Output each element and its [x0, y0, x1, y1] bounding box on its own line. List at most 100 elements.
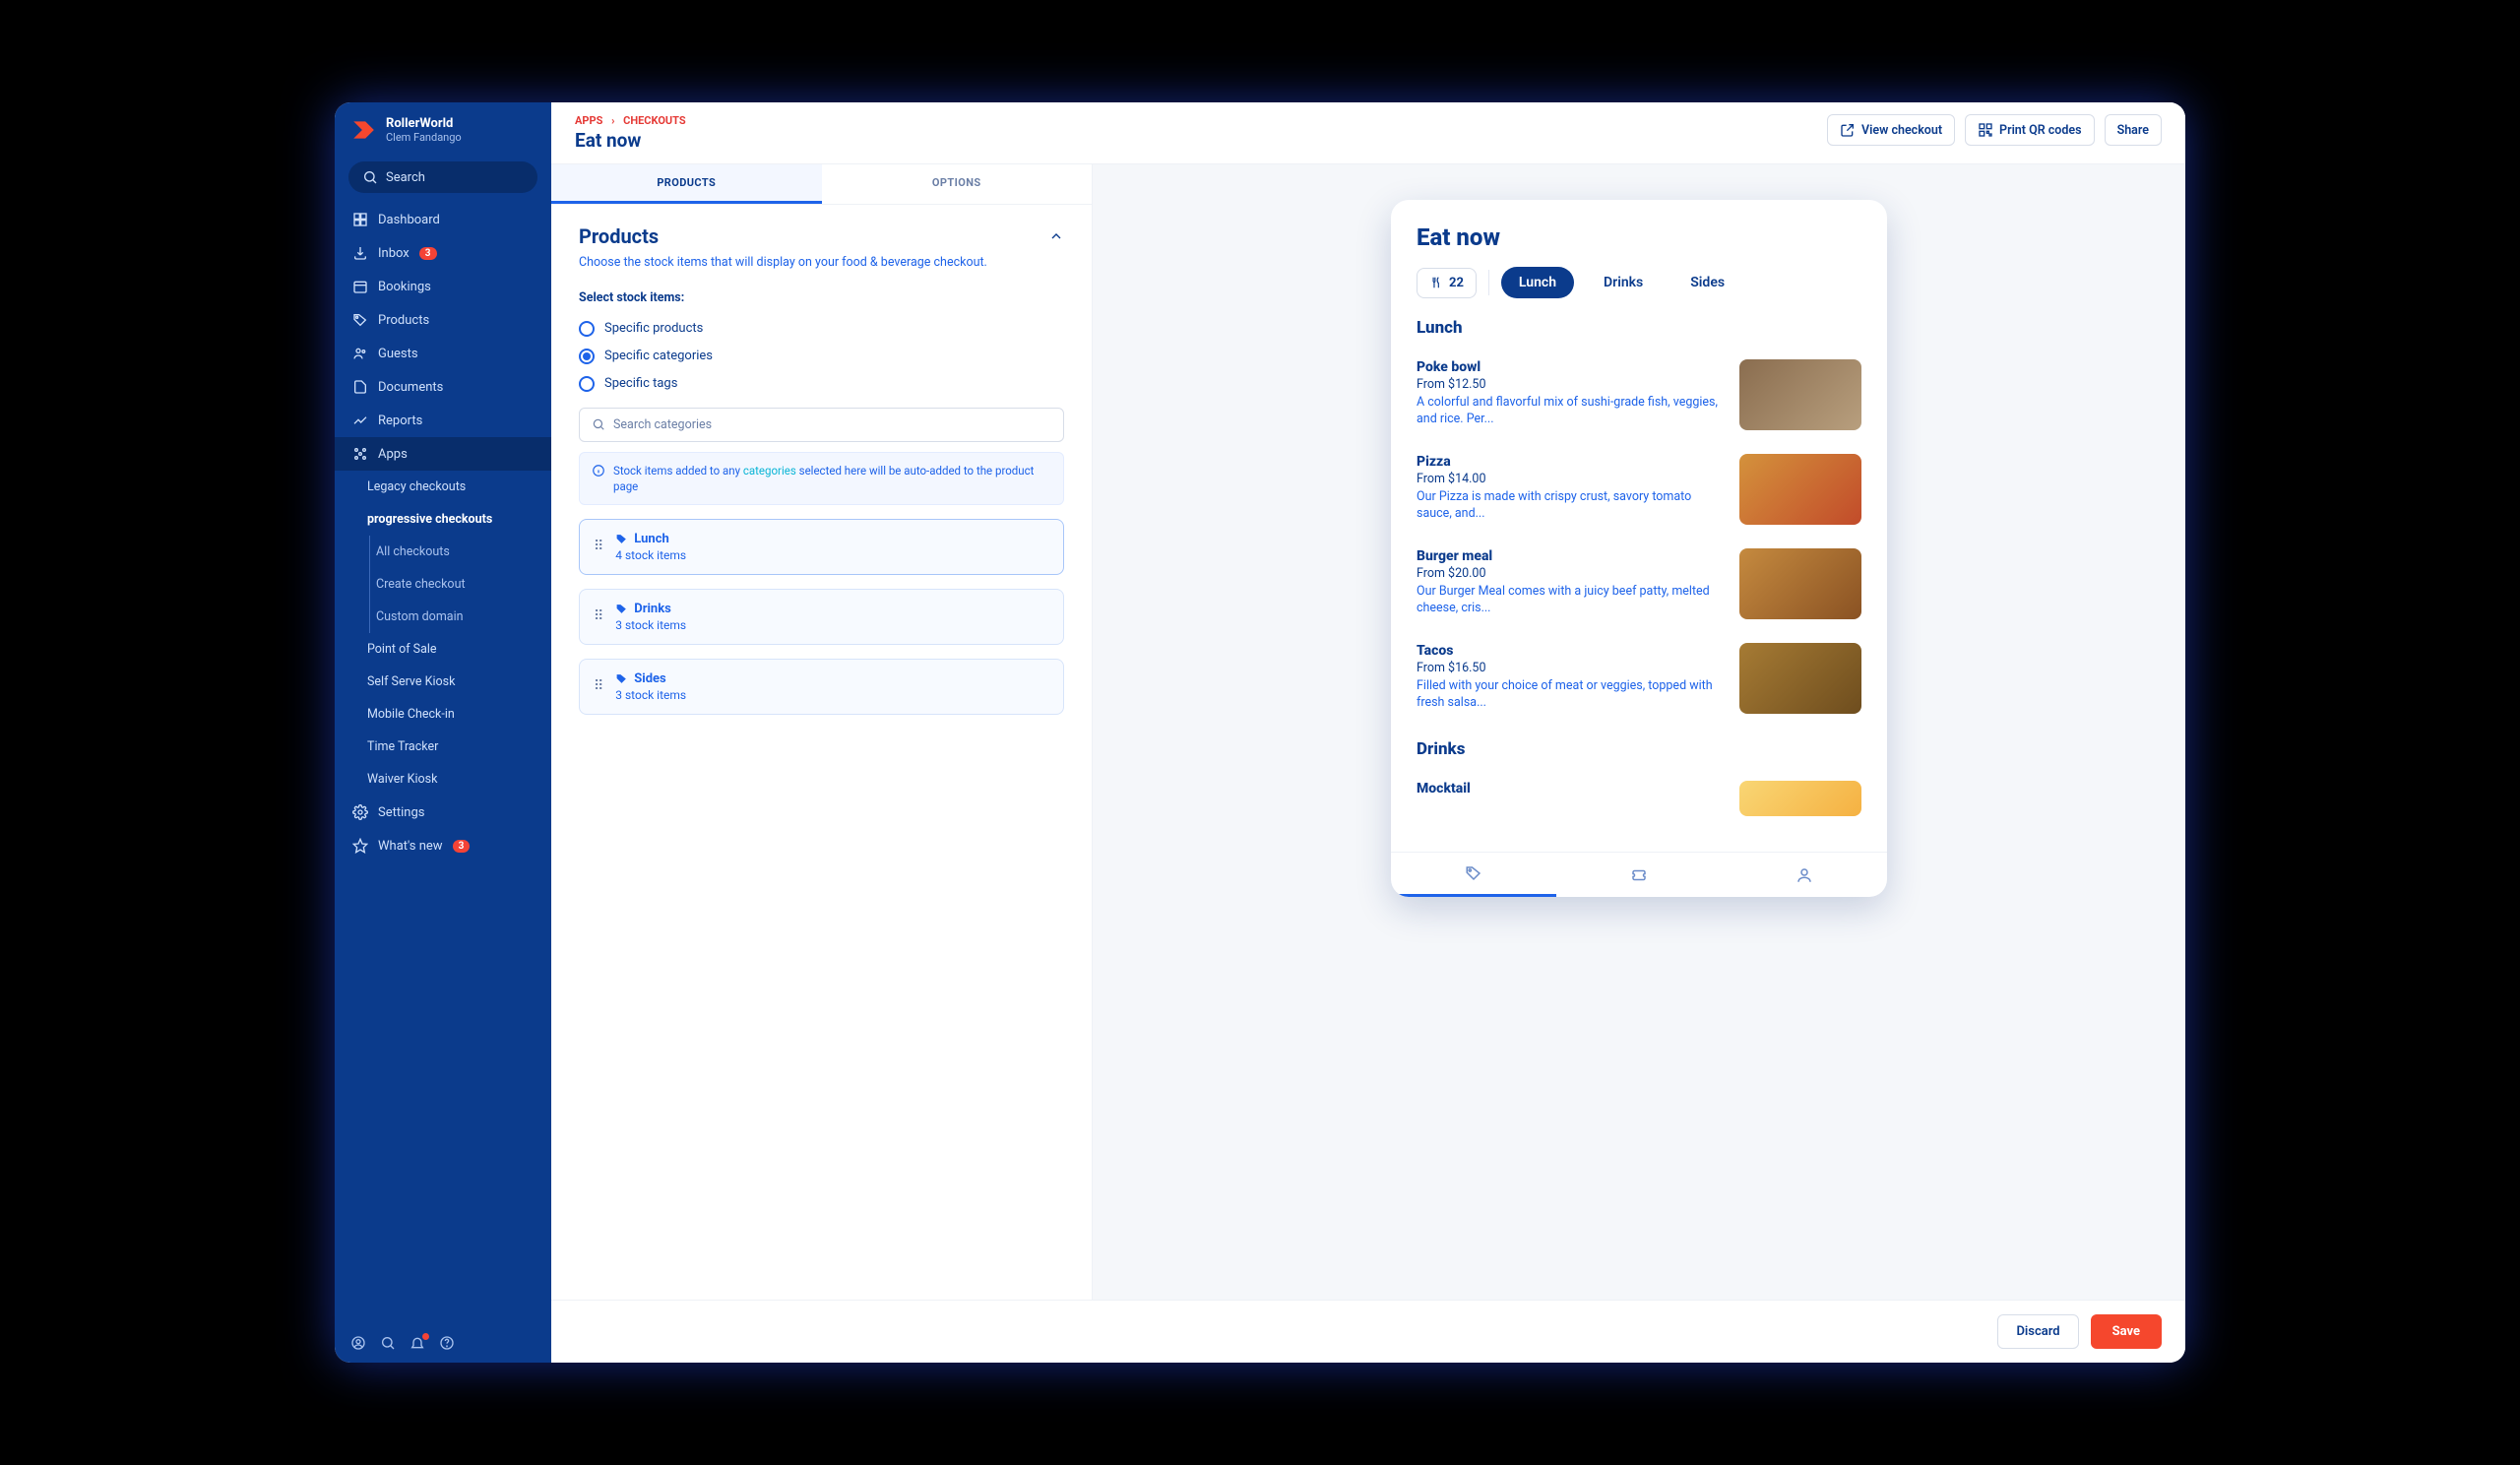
nav-mobile[interactable]: Mobile Check-in: [335, 698, 551, 731]
category-card[interactable]: ⠿ Drinks 3 stock items: [579, 589, 1064, 645]
category-name: Drinks: [615, 602, 686, 616]
save-button[interactable]: Save: [2091, 1314, 2162, 1349]
phone-tab-tag[interactable]: [1391, 853, 1556, 897]
sidebar-search[interactable]: Search: [348, 161, 537, 193]
chevron-up-icon[interactable]: [1048, 228, 1064, 244]
nav-label: Time Tracker: [367, 739, 438, 754]
account-icon[interactable]: [350, 1335, 366, 1351]
nav-all-checkouts[interactable]: All checkouts: [335, 536, 551, 568]
chip-lunch[interactable]: Lunch: [1501, 267, 1574, 298]
search-icon: [592, 417, 605, 431]
info-highlight: categories: [743, 464, 796, 478]
food-image: [1739, 781, 1861, 816]
nav-settings[interactable]: Settings: [335, 796, 551, 829]
item-desc: Our Pizza is made with crispy crust, sav…: [1417, 489, 1724, 523]
breadcrumb-apps[interactable]: APPS: [575, 114, 602, 127]
tag-icon: [615, 533, 628, 545]
menu-item[interactable]: TacosFrom $16.50Filled with your choice …: [1417, 631, 1861, 726]
nav-reports[interactable]: Reports: [335, 404, 551, 437]
category-count: 3 stock items: [615, 618, 686, 632]
nav-documents[interactable]: Documents: [335, 370, 551, 404]
chevron-right-icon: ›: [611, 114, 614, 127]
brand-title: RollerWorld: [386, 116, 462, 131]
share-button[interactable]: Share: [2105, 114, 2162, 146]
category-count: 3 stock items: [615, 688, 686, 702]
ticket-icon: [1630, 866, 1648, 884]
radio-specific-categories[interactable]: Specific categories: [579, 343, 1064, 370]
tab-options[interactable]: OPTIONS: [822, 164, 1093, 204]
nav-bookings[interactable]: Bookings: [335, 270, 551, 303]
brand-sub: Clem Fandango: [386, 131, 462, 144]
nav-apps[interactable]: Apps: [335, 437, 551, 471]
inbox-icon: [352, 245, 368, 261]
food-image: [1739, 643, 1861, 714]
tab-products[interactable]: PRODUCTS: [551, 164, 822, 204]
logo-icon: [350, 117, 376, 143]
menu-item[interactable]: Mocktail: [1417, 769, 1861, 828]
phone-tab-ticket[interactable]: [1556, 853, 1722, 897]
nav-progressive-checkouts[interactable]: progressive checkouts: [335, 503, 551, 536]
tag-icon: [352, 312, 368, 328]
nav-create-checkout[interactable]: Create checkout: [335, 568, 551, 601]
document-icon: [352, 379, 368, 395]
qr-icon: [1978, 122, 1993, 138]
preview-phone: Eat now 22 Lunch Drinks Sides: [1391, 200, 1887, 897]
category-search-input[interactable]: Search categories: [579, 408, 1064, 442]
nav-label: Documents: [378, 380, 443, 395]
drag-handle-icon[interactable]: ⠿: [594, 539, 603, 554]
calendar-icon: [352, 279, 368, 294]
radio-specific-tags[interactable]: Specific tags: [579, 370, 1064, 398]
nav-label: Create checkout: [376, 577, 466, 592]
drag-handle-icon[interactable]: ⠿: [594, 678, 603, 694]
category-card[interactable]: ⠿Lunch4 stock items: [579, 519, 1064, 575]
bell-icon[interactable]: [410, 1335, 425, 1351]
drag-handle-icon[interactable]: ⠿: [594, 608, 603, 624]
nav-guests[interactable]: Guests: [335, 337, 551, 370]
radio-specific-products[interactable]: Specific products: [579, 315, 1064, 343]
chip-drinks[interactable]: Drinks: [1586, 267, 1661, 298]
item-name: Poke bowl: [1417, 359, 1724, 375]
view-checkout-button[interactable]: View checkout: [1827, 114, 1955, 146]
print-qr-button[interactable]: Print QR codes: [1965, 114, 2095, 146]
food-image: [1739, 359, 1861, 430]
tag-icon: [1465, 864, 1482, 882]
nav-products[interactable]: Products: [335, 303, 551, 337]
nav-whatsnew[interactable]: What's new3: [335, 829, 551, 862]
chip-sides[interactable]: Sides: [1672, 267, 1742, 298]
menu-item[interactable]: Burger mealFrom $20.00Our Burger Meal co…: [1417, 537, 1861, 631]
nav-label: progressive checkouts: [367, 512, 492, 527]
discard-button[interactable]: Discard: [1997, 1314, 2078, 1349]
tag-icon: [615, 672, 628, 685]
guests-icon: [352, 346, 368, 361]
item-name: Tacos: [1417, 643, 1724, 659]
nav-dashboard[interactable]: Dashboard: [335, 203, 551, 236]
utensils-icon: [1429, 276, 1443, 289]
category-count: 4 stock items: [615, 548, 686, 562]
info-text: Stock items added to any: [613, 464, 743, 478]
nav-label: Bookings: [378, 280, 431, 294]
nav-waiver[interactable]: Waiver Kiosk: [335, 763, 551, 796]
food-image: [1739, 454, 1861, 525]
inbox-badge: 3: [419, 247, 437, 260]
input-placeholder: Search categories: [613, 417, 712, 432]
info-icon: [592, 464, 605, 478]
footer-search-icon[interactable]: [380, 1335, 396, 1351]
category-card[interactable]: ⠿Sides3 stock items: [579, 659, 1064, 715]
nav-label: Inbox: [378, 246, 410, 261]
nav-legacy-checkouts[interactable]: Legacy checkouts: [335, 471, 551, 503]
item-price: From $20.00: [1417, 566, 1724, 581]
preview-title: Eat now: [1417, 223, 1861, 251]
menu-item[interactable]: Poke bowlFrom $12.50A colorful and flavo…: [1417, 348, 1861, 442]
help-icon[interactable]: [439, 1335, 455, 1351]
nav-time[interactable]: Time Tracker: [335, 731, 551, 763]
breadcrumb-checkouts[interactable]: CHECKOUTS: [623, 114, 686, 127]
phone-tab-user[interactable]: [1722, 853, 1887, 897]
nav-custom-domain[interactable]: Custom domain: [335, 601, 551, 633]
gear-icon: [352, 804, 368, 820]
nav-inbox[interactable]: Inbox 3: [335, 236, 551, 270]
nav-pos[interactable]: Point of Sale: [335, 633, 551, 666]
nav-label: All checkouts: [376, 544, 450, 559]
menu-item[interactable]: PizzaFrom $14.00Our Pizza is made with c…: [1417, 442, 1861, 537]
nav-kiosk[interactable]: Self Serve Kiosk: [335, 666, 551, 698]
item-count-chip[interactable]: 22: [1417, 268, 1477, 298]
